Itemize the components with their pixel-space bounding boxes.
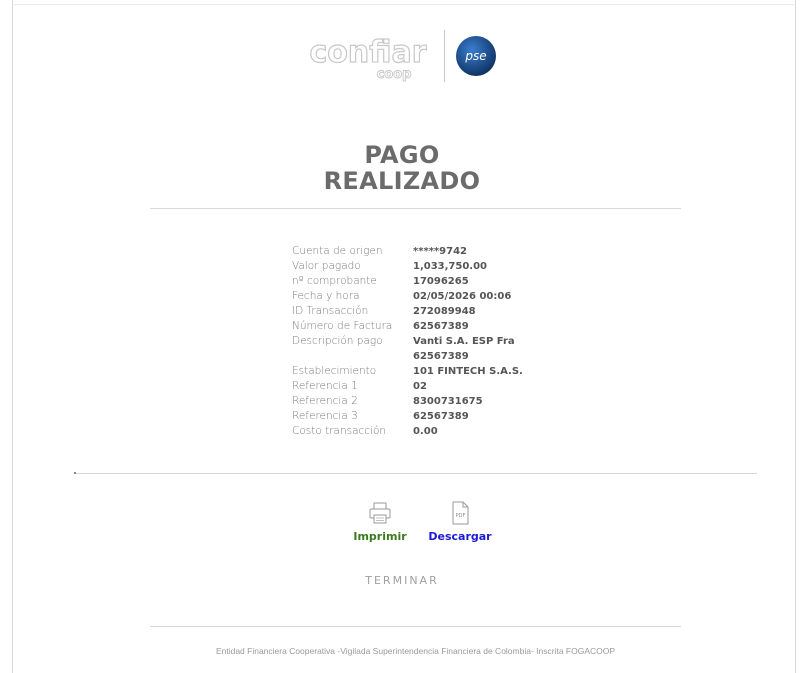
detail-row: ID Transacción 272089948: [292, 304, 592, 319]
detail-row: Establecimiento 101 FINTECH S.A.S.: [292, 364, 592, 379]
detail-value: 272089948: [413, 306, 476, 317]
pse-logo-text: pse: [464, 49, 486, 63]
detail-row: Referencia 1 02: [292, 379, 592, 394]
detail-label: ID Transacción: [292, 305, 369, 317]
detail-label: Establecimiento: [292, 365, 377, 377]
confiar-logo-text: confiar: [309, 35, 426, 70]
detail-label: Costo transacción: [292, 425, 387, 437]
download-button[interactable]: PDF Descargar: [426, 500, 494, 543]
detail-label: Valor pagado: [292, 260, 361, 272]
title-line-2: REALIZADO: [323, 167, 481, 195]
detail-value: Vanti S.A. ESP Fra 62567389: [413, 336, 515, 362]
title-line-1: PAGO: [364, 141, 440, 169]
pdf-file-icon: PDF: [452, 501, 469, 525]
detail-label: Referencia 1: [292, 380, 358, 392]
detail-row: Costo transacción 0.00: [292, 424, 592, 439]
detail-value: 0.00: [413, 426, 438, 437]
confiar-logo-sub: coop: [376, 67, 411, 82]
detail-value: 8300731675: [413, 396, 483, 407]
page-border-left: [12, 0, 13, 673]
confiar-logo: confiar coop: [308, 34, 426, 82]
detail-label: nº comprobante: [292, 275, 377, 287]
detail-row: Valor pagado 1,033,750.00: [292, 259, 592, 274]
detail-row: Referencia 2 8300731675: [292, 394, 592, 409]
detail-label: Número de Factura: [292, 320, 393, 332]
transaction-details: Cuenta de origen *****9742 Valor pagado 1,0…: [292, 244, 592, 439]
detail-value: 1,033,750.00: [413, 261, 488, 272]
print-label[interactable]: Imprimir: [350, 530, 410, 543]
pdf-icon-text: PDF: [456, 513, 466, 519]
detail-value: *****9742: [413, 246, 467, 257]
detail-label: Referencia 2: [292, 395, 358, 407]
detail-row: Cuenta de origen *****9742: [292, 244, 592, 259]
print-button[interactable]: Imprimir: [350, 500, 410, 543]
detail-row: Descripción pago Vanti S.A. ESP Fra 62567…: [292, 334, 592, 364]
detail-value: 17096265: [413, 276, 469, 287]
detail-value: 101 FINTECH S.A.S.: [413, 366, 523, 377]
download-label[interactable]: Descargar: [426, 530, 494, 543]
page-border-right: [795, 0, 796, 673]
detail-row: Referencia 3 62567389: [292, 409, 592, 424]
detail-row: Fecha y hora 02/05/2026 00:06: [292, 289, 592, 304]
payment-receipt-page: confiar coop pse PAGO REALIZADO Cuenta d…: [0, 0, 804, 673]
detail-label: Descripción pago: [292, 335, 383, 347]
header-logos: confiar coop pse: [0, 28, 804, 84]
detail-value: 02/05/2026 00:06: [413, 291, 512, 302]
divider-top: [150, 208, 681, 209]
detail-row: Número de Factura 62567389: [292, 319, 592, 334]
finish-button[interactable]: TERMINAR: [0, 574, 804, 587]
detail-label: Fecha y hora: [292, 290, 360, 302]
printer-icon: [369, 502, 391, 524]
detail-label: Referencia 3: [292, 410, 358, 422]
detail-value: 62567389: [413, 411, 469, 422]
logo-separator: [443, 30, 445, 82]
detail-value: 02: [413, 381, 427, 392]
page-title: PAGO REALIZADO: [0, 142, 804, 194]
page-border-top: [12, 4, 796, 5]
divider-bottom: [150, 626, 681, 627]
pse-logo: pse: [455, 36, 496, 76]
footer-legal-text: Entidad Financiera Cooperativa -Vigilada…: [215, 646, 616, 656]
divider-middle: [76, 473, 757, 474]
detail-value: 62567389: [413, 321, 469, 332]
detail-row: nº comprobante 17096265: [292, 274, 592, 289]
detail-label: Cuenta de origen: [292, 245, 383, 257]
